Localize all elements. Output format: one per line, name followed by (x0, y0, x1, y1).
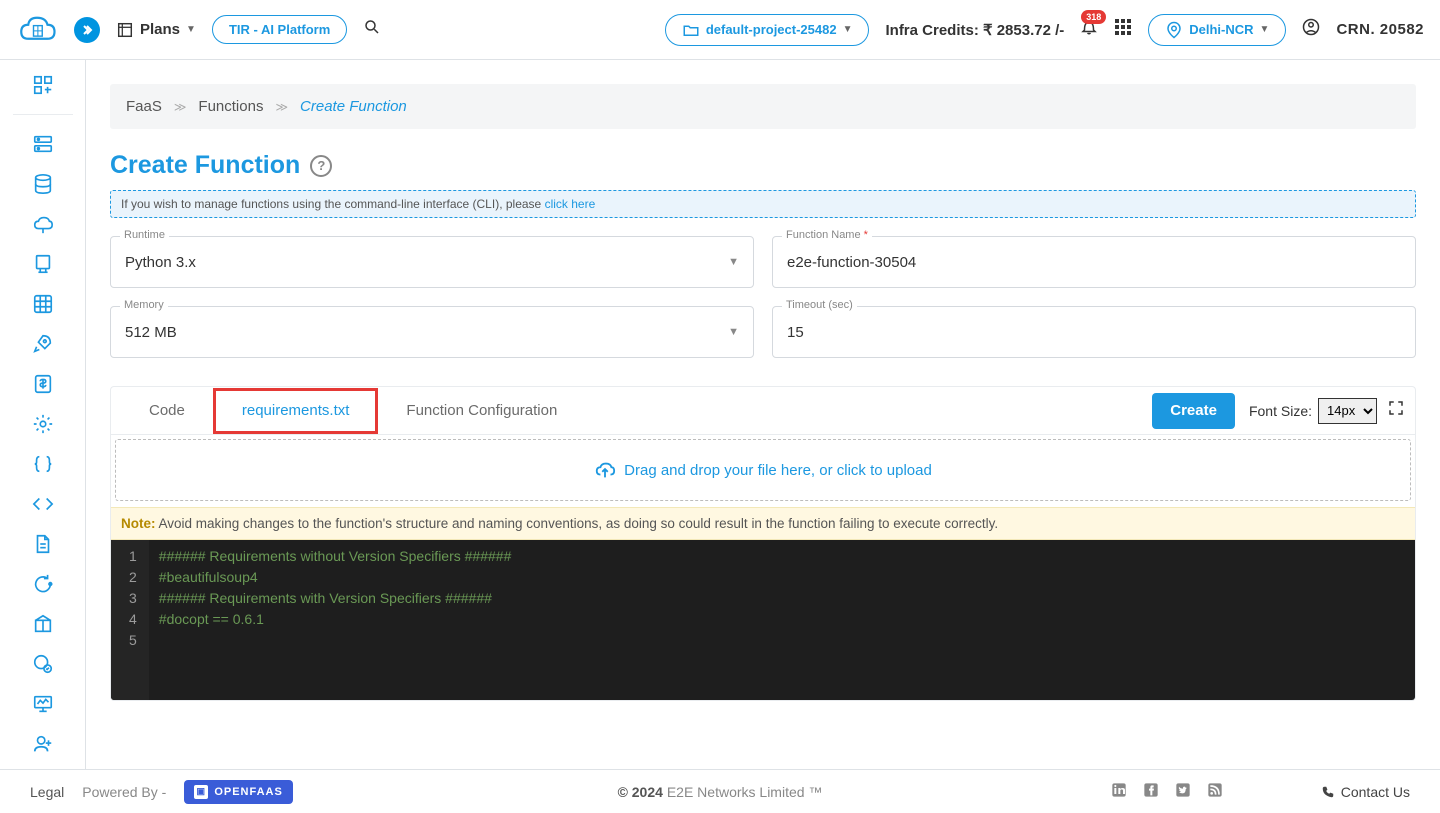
shield-icon[interactable] (30, 651, 56, 677)
dashboard-icon[interactable] (30, 72, 56, 98)
brand-logo[interactable] (16, 12, 58, 48)
memory-field[interactable]: Memory 512 MB ▼ (110, 306, 754, 358)
legal-link[interactable]: Legal (30, 784, 64, 800)
copyright: © 2024 E2E Networks Limited ™ (618, 784, 823, 800)
rss-icon[interactable] (1207, 782, 1223, 802)
braces-icon[interactable] (30, 451, 56, 477)
file-dropzone[interactable]: Drag and drop your file here, or click t… (115, 439, 1411, 501)
breadcrumb: FaaS ≫ Functions ≫ Create Function (110, 84, 1416, 129)
openfaas-label: OPENFAAS (214, 786, 283, 798)
notification-badge: 318 (1081, 10, 1106, 24)
tab-requirements[interactable]: requirements.txt (213, 388, 379, 434)
dropzone-text: Drag and drop your file here, or click t… (624, 462, 932, 479)
search-icon[interactable] (363, 18, 381, 42)
topbar: Plans ▼ TIR - AI Platform default-projec… (0, 0, 1440, 60)
runtime-label: Runtime (120, 229, 169, 241)
fullscreen-icon[interactable] (1387, 399, 1405, 422)
monitor-icon[interactable] (30, 691, 56, 717)
cli-hint-text: If you wish to manage functions using th… (121, 197, 545, 211)
create-button[interactable]: Create (1152, 393, 1235, 429)
fontsize-select[interactable]: 14px (1318, 398, 1377, 424)
cube-icon: ▣ (194, 785, 208, 799)
tab-config[interactable]: Function Configuration (378, 387, 585, 434)
settings-icon[interactable] (30, 411, 56, 437)
refresh-icon[interactable] (30, 571, 56, 597)
crn-display: CRN. 20582 (1336, 21, 1424, 38)
function-name-label: Function Name * (782, 229, 872, 241)
code-lines[interactable]: ###### Requirements without Version Spec… (149, 540, 522, 700)
database-icon[interactable] (30, 171, 56, 197)
memory-value: 512 MB (125, 324, 177, 341)
linkedin-icon[interactable] (1111, 782, 1127, 802)
region-label: Delhi-NCR (1189, 22, 1253, 37)
breadcrumb-sep: ≫ (275, 100, 288, 114)
chevron-down-icon: ▼ (728, 256, 739, 268)
code-editor[interactable]: 12345 ###### Requirements without Versio… (111, 540, 1415, 700)
code-icon[interactable] (30, 491, 56, 517)
timeout-field[interactable]: Timeout (sec) 15 (772, 306, 1416, 358)
page-title-row: Create Function ? (110, 151, 1416, 180)
cli-hint: If you wish to manage functions using th… (110, 190, 1416, 218)
package-icon[interactable] (30, 611, 56, 637)
plans-menu[interactable]: Plans ▼ (116, 21, 196, 39)
rocket-icon[interactable] (30, 331, 56, 357)
twitter-icon[interactable] (1175, 782, 1191, 802)
compute-icon[interactable] (30, 251, 56, 277)
tab-bar: Code requirements.txt Function Configura… (111, 387, 1415, 435)
powered-by: Powered By - (82, 784, 166, 800)
add-user-icon[interactable] (30, 731, 56, 757)
footer: Legal Powered By - ▣ OPENFAAS © 2024 E2E… (0, 769, 1440, 813)
document-icon[interactable] (30, 531, 56, 557)
region-selector[interactable]: Delhi-NCR ▼ (1148, 14, 1286, 46)
server-icon[interactable] (30, 131, 56, 157)
openfaas-badge[interactable]: ▣ OPENFAAS (184, 780, 293, 804)
plans-label: Plans (140, 21, 180, 38)
timeout-label: Timeout (sec) (782, 299, 857, 311)
cloud-icon[interactable] (30, 211, 56, 237)
chevron-down-icon: ▼ (728, 326, 739, 338)
project-label: default-project-25482 (706, 22, 837, 37)
cli-hint-link[interactable]: click here (545, 197, 596, 211)
facebook-icon[interactable] (1143, 782, 1159, 802)
project-selector[interactable]: default-project-25482 ▼ (665, 14, 870, 46)
runtime-value: Python 3.x (125, 254, 196, 271)
page-title: Create Function (110, 151, 300, 180)
function-name-field[interactable]: Function Name * e2e-function-30504 (772, 236, 1416, 288)
memory-label: Memory (120, 299, 168, 311)
apps-grid-icon[interactable] (1114, 18, 1132, 42)
runtime-field[interactable]: Runtime Python 3.x ▼ (110, 236, 754, 288)
note-bar: Note: Avoid making changes to the functi… (111, 507, 1415, 540)
billing-icon[interactable] (30, 371, 56, 397)
help-icon[interactable]: ? (310, 155, 332, 177)
contact-label: Contact Us (1341, 784, 1410, 800)
contact-link[interactable]: Contact Us (1321, 784, 1410, 800)
breadcrumb-sep: ≫ (174, 100, 187, 114)
note-text: Avoid making changes to the function's s… (156, 516, 999, 531)
tab-code[interactable]: Code (121, 387, 213, 434)
fontsize-label: Font Size: (1249, 403, 1312, 419)
breadcrumb-current: Create Function (300, 98, 407, 115)
notifications-button[interactable]: 318 (1080, 18, 1098, 42)
note-label: Note: (121, 516, 156, 531)
chevron-down-icon: ▼ (186, 24, 196, 35)
credits-display: Infra Credits: ₹ 2853.72 /- (885, 21, 1064, 39)
chevron-down-icon: ▼ (1260, 24, 1270, 35)
function-name-value: e2e-function-30504 (787, 254, 916, 271)
main-content: FaaS ≫ Functions ≫ Create Function Creat… (86, 60, 1440, 769)
tir-label: TIR - AI Platform (229, 22, 330, 37)
editor-card: Code requirements.txt Function Configura… (110, 386, 1416, 701)
breadcrumb-faas[interactable]: FaaS (126, 98, 162, 115)
chevron-down-icon: ▼ (843, 24, 853, 35)
line-gutter: 12345 (111, 540, 149, 700)
expand-sidebar-button[interactable] (74, 17, 100, 43)
left-sidebar (0, 60, 86, 769)
grid-icon[interactable] (30, 291, 56, 317)
breadcrumb-functions[interactable]: Functions (198, 98, 263, 115)
tir-platform-button[interactable]: TIR - AI Platform (212, 15, 347, 44)
user-account-icon[interactable] (1302, 18, 1320, 42)
timeout-value: 15 (787, 324, 804, 341)
